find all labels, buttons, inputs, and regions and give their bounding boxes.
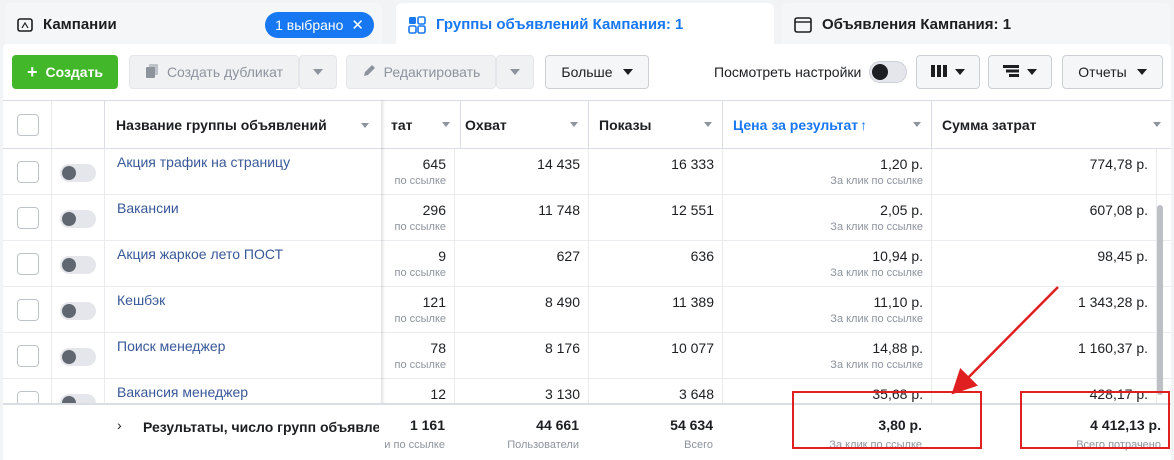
arrow-line <box>951 286 1059 395</box>
annotation-arrows <box>951 286 1059 395</box>
